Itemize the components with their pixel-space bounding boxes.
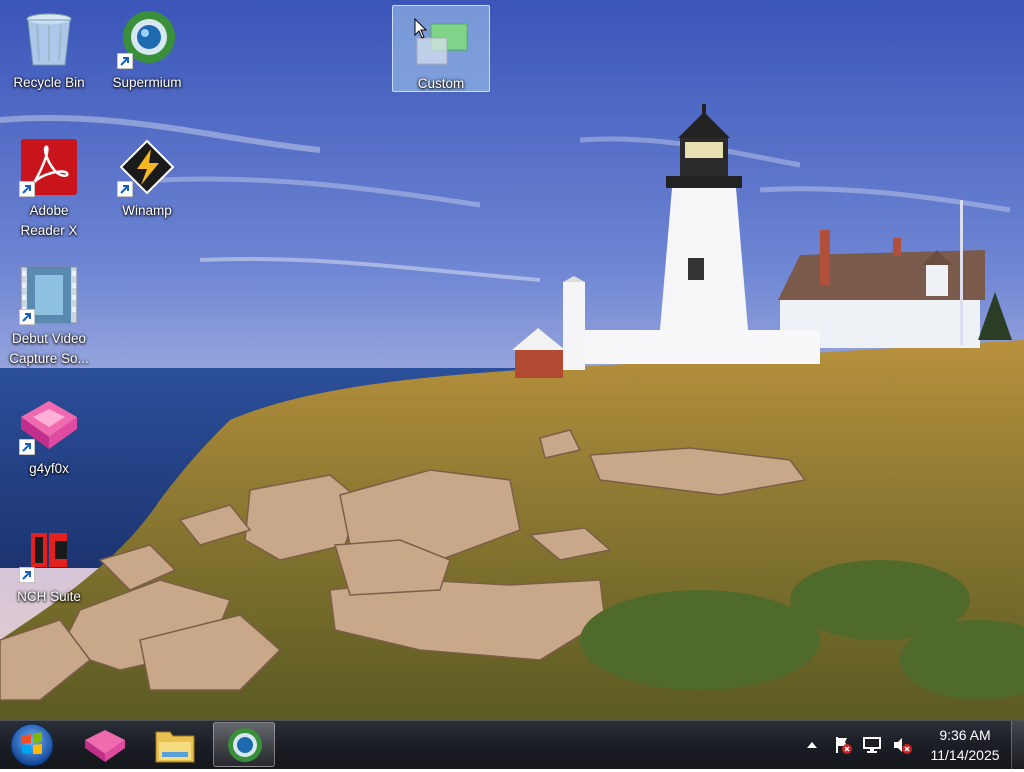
- supermium-icon: [228, 728, 262, 762]
- desktop-icon-label: Custom: [417, 76, 465, 91]
- supermium-icon: [117, 9, 177, 69]
- shortcut-arrow-icon: [19, 439, 35, 455]
- desktop-icon-label: Debut Video Capture So...: [9, 331, 89, 366]
- desktop-icon-label: g4yf0x: [29, 461, 69, 476]
- start-button[interactable]: [8, 722, 56, 768]
- shortcut-arrow-icon: [19, 309, 35, 325]
- shortcut-arrow-icon: [117, 181, 133, 197]
- taskbar-button-explorer[interactable]: [144, 722, 206, 767]
- desktop-icon-label: Winamp: [122, 203, 172, 218]
- desktop-icon-label: Adobe Reader X: [20, 203, 78, 238]
- shortcut-arrow-icon: [117, 53, 133, 69]
- volume-button[interactable]: [892, 735, 912, 755]
- shortcut-arrow-icon: [19, 567, 35, 583]
- desktop-icon-label: Supermium: [112, 75, 182, 90]
- show-hidden-icons-button[interactable]: [802, 735, 822, 755]
- desktop-icon-supermium[interactable]: Supermium: [102, 4, 192, 94]
- system-clock[interactable]: 9:36 AM 11/14/2025: [918, 725, 1012, 765]
- desktop-wallpaper: [0, 0, 1024, 768]
- network-button[interactable]: [862, 735, 882, 755]
- desktop-icon-custom[interactable]: Custom: [392, 5, 490, 92]
- clock-date: 11/14/2025: [930, 747, 1000, 763]
- folder-icon: [155, 731, 195, 763]
- desktop-icon-winamp[interactable]: Winamp: [102, 132, 192, 222]
- winamp-icon: [117, 137, 177, 197]
- network-icon: [863, 737, 881, 753]
- clock-time: 9:36 AM: [939, 727, 991, 743]
- debut-video-icon: [19, 265, 79, 325]
- mouse-cursor-icon: [414, 18, 428, 39]
- taskbar-button-g4yf0x[interactable]: [74, 722, 136, 767]
- desktop-icon-debut-video[interactable]: Debut Video Capture So...: [4, 260, 94, 370]
- show-desktop-button[interactable]: [1011, 721, 1024, 769]
- volume-muted-icon: [894, 738, 912, 754]
- g4yf0x-icon: [85, 730, 125, 762]
- desktop-icon-label: NCH Suite: [17, 589, 81, 604]
- adobe-reader-icon: [19, 137, 79, 197]
- desktop-icon-recycle-bin[interactable]: Recycle Bin: [4, 4, 94, 94]
- action-center-flag-icon: [836, 737, 852, 754]
- desktop-icon-adobe-reader[interactable]: Adobe Reader X: [4, 132, 94, 242]
- desktop-icon-g4yf0x[interactable]: g4yf0x: [4, 390, 94, 480]
- g4yf0x-icon: [19, 395, 79, 455]
- taskbar-button-supermium[interactable]: [213, 722, 275, 767]
- chevron-up-icon: [807, 742, 817, 748]
- windows-logo-icon: [10, 723, 54, 767]
- shortcut-arrow-icon: [19, 181, 35, 197]
- desktop-icon-label: Recycle Bin: [13, 75, 85, 90]
- taskbar: 9:36 AM 11/14/2025: [0, 720, 1024, 769]
- recycle-bin-icon: [19, 9, 79, 69]
- desktop-icon-nch-suite[interactable]: NCH Suite: [4, 518, 94, 608]
- action-center-button[interactable]: [833, 735, 853, 755]
- nch-suite-icon: [19, 523, 79, 583]
